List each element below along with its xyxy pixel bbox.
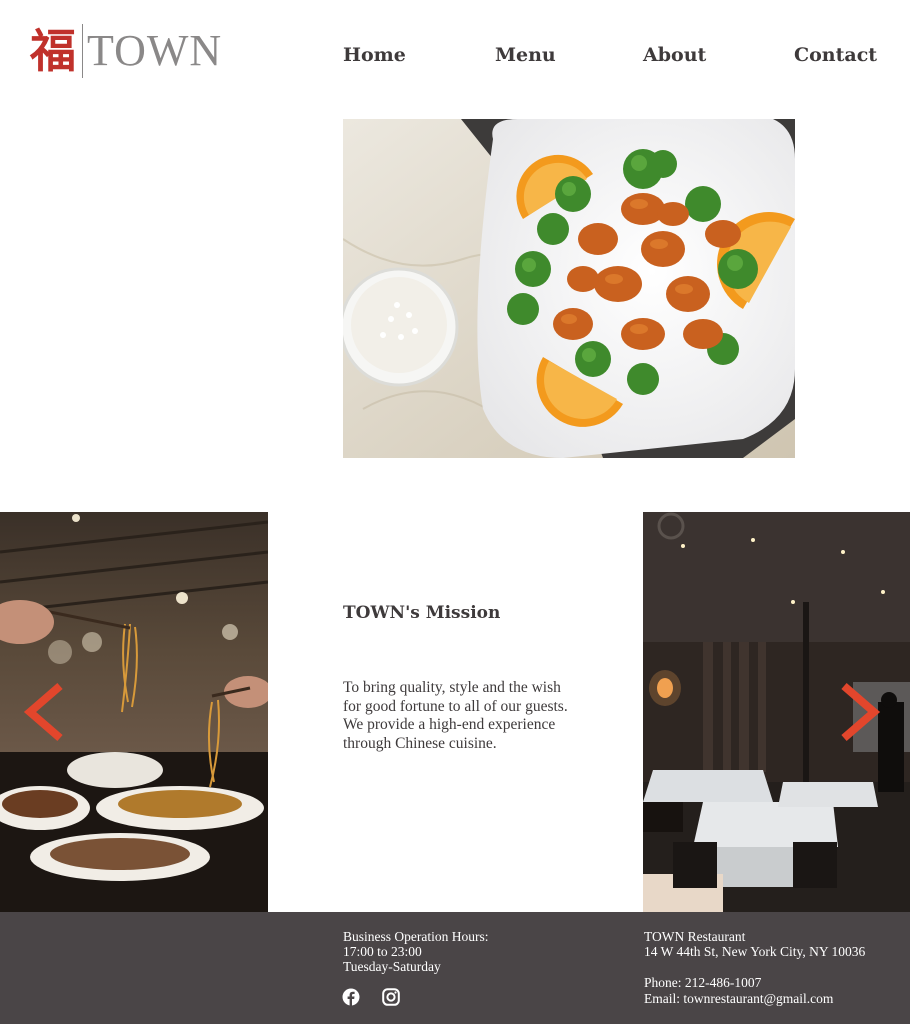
- mission-title: TOWN's Mission: [343, 603, 501, 623]
- main-nav: Home Menu About Contact: [0, 44, 910, 68]
- nav-home[interactable]: Home: [343, 44, 406, 66]
- site-footer: Business Operation Hours: 17:00 to 23:00…: [0, 912, 910, 1024]
- hours-days: Tuesday-Saturday: [343, 959, 441, 974]
- mission-line: through Chinese cuisine.: [343, 734, 497, 752]
- facebook-icon: [342, 988, 360, 1006]
- carousel-next-button[interactable]: [836, 682, 882, 742]
- chevron-right-icon: [841, 682, 881, 742]
- restaurant-name: TOWN Restaurant: [644, 929, 746, 944]
- mission-line: for good fortune to all of our guests.: [343, 697, 568, 715]
- mission-line: To bring quality, style and the wish: [343, 679, 561, 696]
- orange-chicken-dish-photo: [343, 119, 795, 458]
- facebook-link[interactable]: [342, 988, 360, 1006]
- chevron-left-icon: [23, 682, 63, 742]
- carousel-prev-button[interactable]: [22, 682, 68, 742]
- nav-menu[interactable]: Menu: [495, 44, 556, 66]
- instagram-link[interactable]: [382, 988, 400, 1006]
- nav-about[interactable]: About: [643, 44, 706, 66]
- restaurant-address: 14 W 44th St, New York City, NY 10036: [644, 944, 866, 959]
- mission-line: We provide a high-end experience: [343, 716, 556, 733]
- restaurant-phone: Phone: 212-486-1007: [644, 975, 762, 990]
- nav-contact[interactable]: Contact: [794, 44, 877, 66]
- hero-food-image: [343, 119, 795, 458]
- restaurant-email[interactable]: Email: townrestaurant@gmail.com: [644, 991, 833, 1007]
- hours-time: 17:00 to 23:00: [343, 944, 422, 959]
- instagram-icon: [382, 988, 400, 1006]
- mission-text: To bring quality, style and the wish for…: [343, 679, 605, 753]
- hours-label: Business Operation Hours:: [343, 929, 489, 944]
